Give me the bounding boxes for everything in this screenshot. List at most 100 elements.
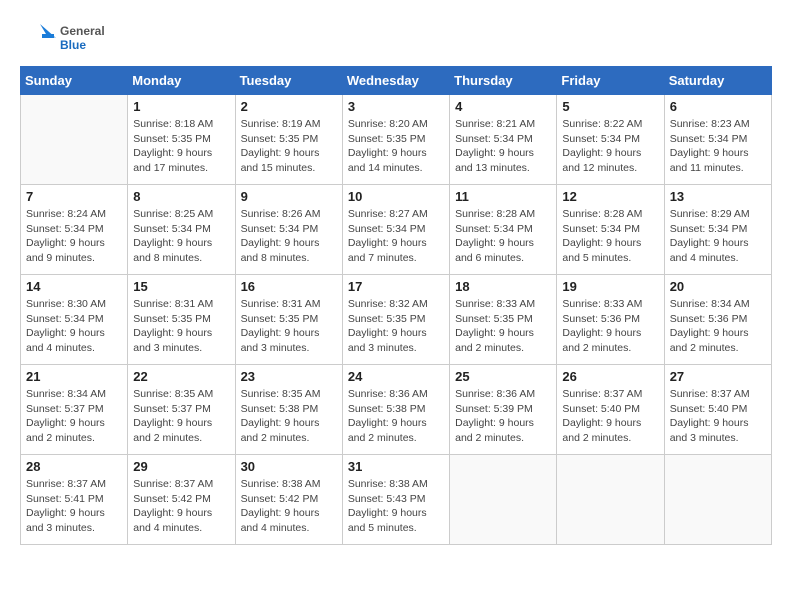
day-number: 17 bbox=[348, 279, 444, 294]
day-detail: Sunrise: 8:35 AM Sunset: 5:37 PM Dayligh… bbox=[133, 387, 229, 446]
calendar-cell: 13 Sunrise: 8:29 AM Sunset: 5:34 PM Dayl… bbox=[664, 185, 771, 275]
logo-graphic bbox=[20, 20, 56, 56]
calendar-cell bbox=[21, 95, 128, 185]
day-number: 3 bbox=[348, 99, 444, 114]
calendar-cell bbox=[450, 455, 557, 545]
day-detail: Sunrise: 8:34 AM Sunset: 5:37 PM Dayligh… bbox=[26, 387, 122, 446]
day-detail: Sunrise: 8:38 AM Sunset: 5:42 PM Dayligh… bbox=[241, 477, 337, 536]
day-number: 6 bbox=[670, 99, 766, 114]
calendar-cell: 26 Sunrise: 8:37 AM Sunset: 5:40 PM Dayl… bbox=[557, 365, 664, 455]
calendar-cell bbox=[664, 455, 771, 545]
calendar-table: SundayMondayTuesdayWednesdayThursdayFrid… bbox=[20, 66, 772, 545]
calendar-cell: 28 Sunrise: 8:37 AM Sunset: 5:41 PM Dayl… bbox=[21, 455, 128, 545]
day-number: 15 bbox=[133, 279, 229, 294]
calendar-cell: 24 Sunrise: 8:36 AM Sunset: 5:38 PM Dayl… bbox=[342, 365, 449, 455]
day-number: 18 bbox=[455, 279, 551, 294]
day-number: 29 bbox=[133, 459, 229, 474]
day-number: 19 bbox=[562, 279, 658, 294]
day-detail: Sunrise: 8:21 AM Sunset: 5:34 PM Dayligh… bbox=[455, 117, 551, 176]
calendar-cell: 14 Sunrise: 8:30 AM Sunset: 5:34 PM Dayl… bbox=[21, 275, 128, 365]
day-number: 30 bbox=[241, 459, 337, 474]
calendar-cell: 22 Sunrise: 8:35 AM Sunset: 5:37 PM Dayl… bbox=[128, 365, 235, 455]
weekday-header-saturday: Saturday bbox=[664, 67, 771, 95]
day-detail: Sunrise: 8:22 AM Sunset: 5:34 PM Dayligh… bbox=[562, 117, 658, 176]
calendar-cell: 15 Sunrise: 8:31 AM Sunset: 5:35 PM Dayl… bbox=[128, 275, 235, 365]
weekday-header-thursday: Thursday bbox=[450, 67, 557, 95]
weekday-header-tuesday: Tuesday bbox=[235, 67, 342, 95]
calendar-cell: 5 Sunrise: 8:22 AM Sunset: 5:34 PM Dayli… bbox=[557, 95, 664, 185]
calendar-cell: 19 Sunrise: 8:33 AM Sunset: 5:36 PM Dayl… bbox=[557, 275, 664, 365]
day-detail: Sunrise: 8:36 AM Sunset: 5:38 PM Dayligh… bbox=[348, 387, 444, 446]
day-detail: Sunrise: 8:34 AM Sunset: 5:36 PM Dayligh… bbox=[670, 297, 766, 356]
day-detail: Sunrise: 8:38 AM Sunset: 5:43 PM Dayligh… bbox=[348, 477, 444, 536]
day-detail: Sunrise: 8:37 AM Sunset: 5:40 PM Dayligh… bbox=[562, 387, 658, 446]
day-number: 16 bbox=[241, 279, 337, 294]
day-number: 11 bbox=[455, 189, 551, 204]
day-detail: Sunrise: 8:37 AM Sunset: 5:41 PM Dayligh… bbox=[26, 477, 122, 536]
day-detail: Sunrise: 8:28 AM Sunset: 5:34 PM Dayligh… bbox=[455, 207, 551, 266]
logo-general: General bbox=[60, 24, 105, 38]
day-number: 4 bbox=[455, 99, 551, 114]
weekday-header-sunday: Sunday bbox=[21, 67, 128, 95]
day-detail: Sunrise: 8:36 AM Sunset: 5:39 PM Dayligh… bbox=[455, 387, 551, 446]
day-number: 25 bbox=[455, 369, 551, 384]
day-number: 2 bbox=[241, 99, 337, 114]
day-number: 31 bbox=[348, 459, 444, 474]
day-detail: Sunrise: 8:33 AM Sunset: 5:35 PM Dayligh… bbox=[455, 297, 551, 356]
day-number: 21 bbox=[26, 369, 122, 384]
logo-blue: Blue bbox=[60, 38, 105, 52]
calendar-cell: 25 Sunrise: 8:36 AM Sunset: 5:39 PM Dayl… bbox=[450, 365, 557, 455]
day-detail: Sunrise: 8:37 AM Sunset: 5:40 PM Dayligh… bbox=[670, 387, 766, 446]
logo: General Blue bbox=[20, 20, 105, 56]
week-row-1: 7 Sunrise: 8:24 AM Sunset: 5:34 PM Dayli… bbox=[21, 185, 772, 275]
day-number: 24 bbox=[348, 369, 444, 384]
day-detail: Sunrise: 8:19 AM Sunset: 5:35 PM Dayligh… bbox=[241, 117, 337, 176]
day-detail: Sunrise: 8:31 AM Sunset: 5:35 PM Dayligh… bbox=[241, 297, 337, 356]
day-detail: Sunrise: 8:28 AM Sunset: 5:34 PM Dayligh… bbox=[562, 207, 658, 266]
calendar-cell: 9 Sunrise: 8:26 AM Sunset: 5:34 PM Dayli… bbox=[235, 185, 342, 275]
week-row-0: 1 Sunrise: 8:18 AM Sunset: 5:35 PM Dayli… bbox=[21, 95, 772, 185]
week-row-4: 28 Sunrise: 8:37 AM Sunset: 5:41 PM Dayl… bbox=[21, 455, 772, 545]
page-header: General Blue bbox=[20, 20, 772, 56]
calendar-cell: 31 Sunrise: 8:38 AM Sunset: 5:43 PM Dayl… bbox=[342, 455, 449, 545]
calendar-cell: 2 Sunrise: 8:19 AM Sunset: 5:35 PM Dayli… bbox=[235, 95, 342, 185]
calendar-cell: 10 Sunrise: 8:27 AM Sunset: 5:34 PM Dayl… bbox=[342, 185, 449, 275]
day-number: 26 bbox=[562, 369, 658, 384]
day-detail: Sunrise: 8:35 AM Sunset: 5:38 PM Dayligh… bbox=[241, 387, 337, 446]
week-row-3: 21 Sunrise: 8:34 AM Sunset: 5:37 PM Dayl… bbox=[21, 365, 772, 455]
calendar-cell: 16 Sunrise: 8:31 AM Sunset: 5:35 PM Dayl… bbox=[235, 275, 342, 365]
calendar-cell: 21 Sunrise: 8:34 AM Sunset: 5:37 PM Dayl… bbox=[21, 365, 128, 455]
day-number: 27 bbox=[670, 369, 766, 384]
day-number: 13 bbox=[670, 189, 766, 204]
calendar-cell: 17 Sunrise: 8:32 AM Sunset: 5:35 PM Dayl… bbox=[342, 275, 449, 365]
weekday-header-friday: Friday bbox=[557, 67, 664, 95]
calendar-cell: 18 Sunrise: 8:33 AM Sunset: 5:35 PM Dayl… bbox=[450, 275, 557, 365]
calendar-cell: 12 Sunrise: 8:28 AM Sunset: 5:34 PM Dayl… bbox=[557, 185, 664, 275]
day-detail: Sunrise: 8:24 AM Sunset: 5:34 PM Dayligh… bbox=[26, 207, 122, 266]
day-number: 10 bbox=[348, 189, 444, 204]
day-number: 12 bbox=[562, 189, 658, 204]
calendar-cell bbox=[557, 455, 664, 545]
calendar-cell: 1 Sunrise: 8:18 AM Sunset: 5:35 PM Dayli… bbox=[128, 95, 235, 185]
day-number: 7 bbox=[26, 189, 122, 204]
day-detail: Sunrise: 8:32 AM Sunset: 5:35 PM Dayligh… bbox=[348, 297, 444, 356]
weekday-header-monday: Monday bbox=[128, 67, 235, 95]
day-detail: Sunrise: 8:18 AM Sunset: 5:35 PM Dayligh… bbox=[133, 117, 229, 176]
day-number: 20 bbox=[670, 279, 766, 294]
day-detail: Sunrise: 8:26 AM Sunset: 5:34 PM Dayligh… bbox=[241, 207, 337, 266]
day-number: 28 bbox=[26, 459, 122, 474]
day-number: 23 bbox=[241, 369, 337, 384]
day-detail: Sunrise: 8:23 AM Sunset: 5:34 PM Dayligh… bbox=[670, 117, 766, 176]
calendar-cell: 11 Sunrise: 8:28 AM Sunset: 5:34 PM Dayl… bbox=[450, 185, 557, 275]
day-detail: Sunrise: 8:37 AM Sunset: 5:42 PM Dayligh… bbox=[133, 477, 229, 536]
week-row-2: 14 Sunrise: 8:30 AM Sunset: 5:34 PM Dayl… bbox=[21, 275, 772, 365]
weekday-header-wednesday: Wednesday bbox=[342, 67, 449, 95]
day-detail: Sunrise: 8:29 AM Sunset: 5:34 PM Dayligh… bbox=[670, 207, 766, 266]
calendar-cell: 8 Sunrise: 8:25 AM Sunset: 5:34 PM Dayli… bbox=[128, 185, 235, 275]
day-detail: Sunrise: 8:33 AM Sunset: 5:36 PM Dayligh… bbox=[562, 297, 658, 356]
calendar-cell: 27 Sunrise: 8:37 AM Sunset: 5:40 PM Dayl… bbox=[664, 365, 771, 455]
calendar-cell: 7 Sunrise: 8:24 AM Sunset: 5:34 PM Dayli… bbox=[21, 185, 128, 275]
calendar-cell: 4 Sunrise: 8:21 AM Sunset: 5:34 PM Dayli… bbox=[450, 95, 557, 185]
day-number: 8 bbox=[133, 189, 229, 204]
day-number: 1 bbox=[133, 99, 229, 114]
